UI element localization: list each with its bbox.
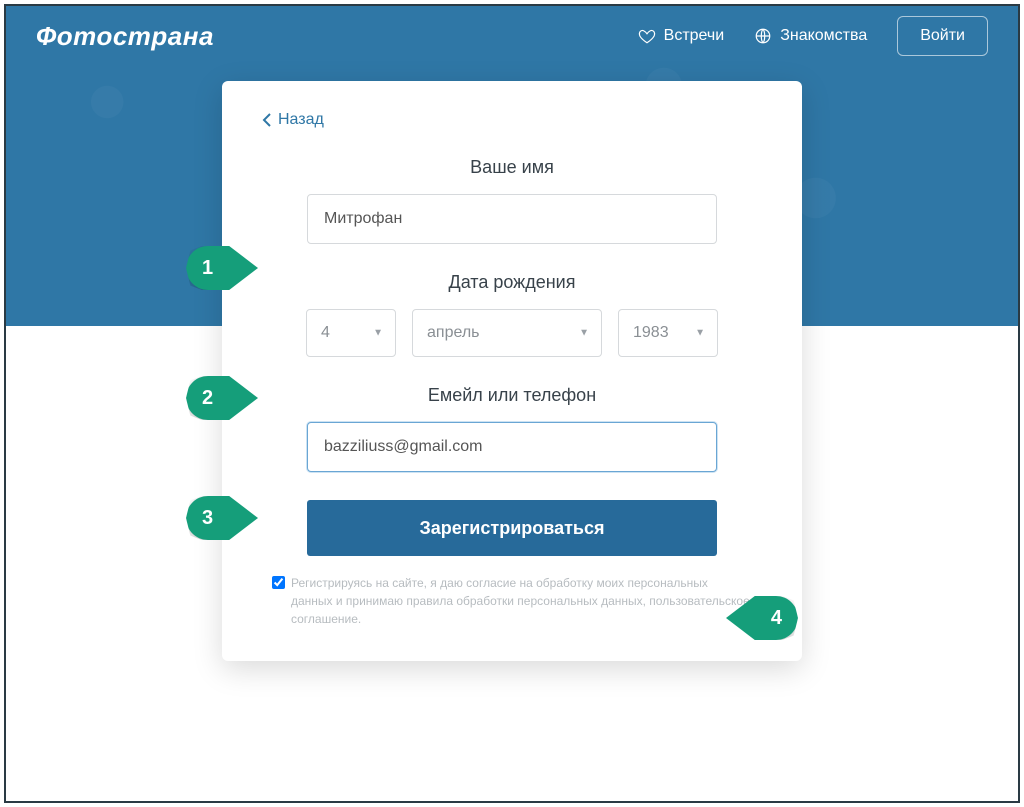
nav-meetings-label: Встречи [664,27,725,45]
dob-year-value: 1983 [633,324,669,342]
dob-month-select[interactable]: апрель ▼ [412,309,602,357]
name-input[interactable] [307,194,717,244]
register-card: Назад Ваше имя Дата рождения 4 ▼ апрель … [222,81,802,661]
dob-day-select[interactable]: 4 ▼ [306,309,396,357]
header: Фотострана Встречи Знакомства Войти [6,6,1018,66]
top-nav: Встречи Знакомства [638,27,868,45]
globe-icon [754,27,772,45]
chevron-left-icon [262,113,272,127]
back-label: Назад [278,111,324,129]
dob-month-value: апрель [427,324,480,342]
chevron-down-icon: ▼ [373,328,383,339]
nav-dating[interactable]: Знакомства [754,27,867,45]
name-label: Ваше имя [262,157,762,178]
dob-year-select[interactable]: 1983 ▼ [618,309,718,357]
register-button[interactable]: Зарегистрироваться [307,500,717,556]
login-button[interactable]: Войти [897,16,988,56]
dob-day-value: 4 [321,324,330,342]
back-link[interactable]: Назад [262,111,762,129]
nav-meetings[interactable]: Встречи [638,27,725,45]
brand-logo[interactable]: Фотострана [36,21,214,52]
consent-text: Регистрируясь на сайте, я даю согласие н… [291,574,752,628]
heart-icon [638,27,656,45]
dob-row: 4 ▼ апрель ▼ 1983 ▼ [262,309,762,357]
dob-label: Дата рождения [262,272,762,293]
contact-input[interactable] [307,422,717,472]
chevron-down-icon: ▼ [695,328,705,339]
nav-dating-label: Знакомства [780,27,867,45]
contact-label: Емейл или телефон [262,385,762,406]
consent-row: Регистрируясь на сайте, я даю согласие н… [262,574,762,628]
chevron-down-icon: ▼ [579,328,589,339]
consent-checkbox[interactable] [272,576,285,589]
